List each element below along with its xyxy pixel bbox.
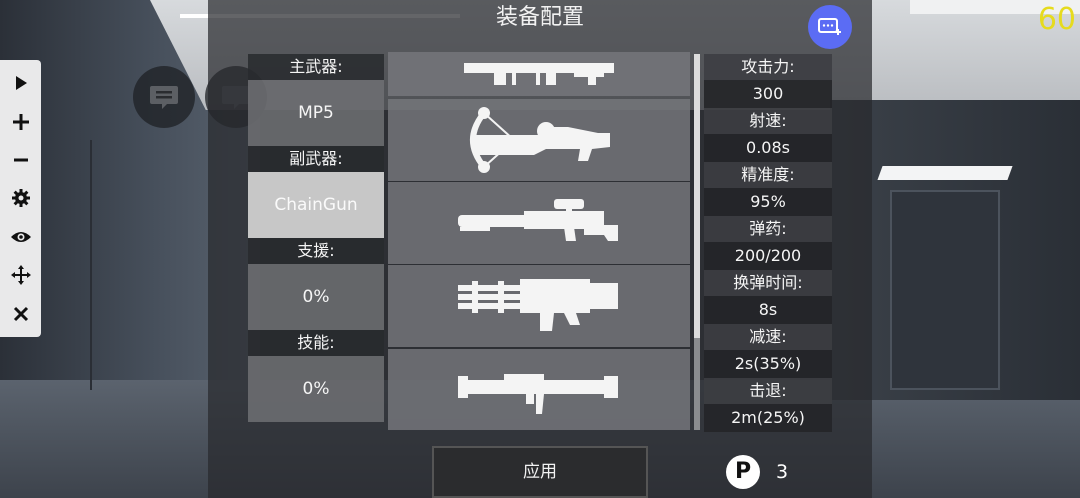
- play-button[interactable]: [6, 68, 36, 98]
- slot-label-primary: 主武器:: [248, 54, 384, 80]
- apply-button[interactable]: 应用: [432, 446, 648, 498]
- stat-value-ammo: 200/200: [704, 242, 832, 270]
- points-display: P 3: [726, 455, 788, 489]
- close-icon: [13, 306, 28, 321]
- points-count: 3: [776, 461, 789, 483]
- points-icon: P: [726, 455, 760, 489]
- weapon-card[interactable]: [388, 52, 690, 96]
- rocket-launcher-icon: [458, 374, 618, 414]
- stat-value-attack: 300: [704, 80, 832, 108]
- chat-icon: [150, 86, 178, 109]
- stat-label-reload: 换弹时间:: [704, 270, 832, 296]
- add-message-icon: [818, 18, 841, 35]
- weapon-card[interactable]: [388, 265, 690, 347]
- side-toolbar: [0, 60, 41, 337]
- slot-secondary-weapon[interactable]: ChainGun: [248, 172, 384, 238]
- add-button[interactable]: [6, 107, 36, 137]
- move-icon: [10, 265, 31, 286]
- scene-light: [877, 166, 1013, 180]
- close-button[interactable]: [6, 299, 36, 329]
- weapon-list[interactable]: [386, 52, 692, 430]
- sniper-rifle-icon: [458, 199, 618, 241]
- slot-label-support: 支援:: [248, 238, 384, 264]
- crossbow-icon: [470, 107, 610, 173]
- remove-button[interactable]: [6, 145, 36, 175]
- stat-value-knockback: 2m(25%): [704, 404, 832, 432]
- stat-value-slow: 2s(35%): [704, 350, 832, 378]
- fps-counter: 60: [1037, 2, 1076, 37]
- scene-pillar: [90, 140, 92, 390]
- weapon-card[interactable]: [388, 182, 690, 264]
- stat-label-knockback: 击退:: [704, 378, 832, 404]
- move-button[interactable]: [6, 260, 36, 290]
- add-chat-fab-button[interactable]: [808, 5, 852, 49]
- stat-label-slow: 减速:: [704, 324, 832, 350]
- scrollbar-thumb[interactable]: [694, 54, 700, 338]
- slot-support[interactable]: 0%: [248, 264, 384, 330]
- play-icon: [15, 76, 27, 91]
- minus-icon: [13, 158, 28, 162]
- settings-button[interactable]: [6, 183, 36, 213]
- slot-label-skill: 技能:: [248, 330, 384, 356]
- slot-column: 主武器: MP5 副武器: ChainGun 支援: 0% 技能: 0%: [248, 54, 384, 422]
- weapon-card[interactable]: [388, 349, 690, 430]
- stat-label-fire-rate: 射速:: [704, 108, 832, 134]
- slot-skill[interactable]: 0%: [248, 356, 384, 422]
- gear-icon: [11, 189, 30, 208]
- minigun-icon: [458, 279, 618, 331]
- weapon-list-scrollbar[interactable]: [694, 54, 700, 430]
- eye-icon: [10, 231, 31, 242]
- rifle-icon: [464, 63, 614, 85]
- stat-value-fire-rate: 0.08s: [704, 134, 832, 162]
- plus-icon: [12, 113, 29, 130]
- slot-primary-weapon[interactable]: MP5: [248, 80, 384, 146]
- stat-label-ammo: 弹药:: [704, 216, 832, 242]
- view-button[interactable]: [6, 222, 36, 252]
- scene-door: [890, 190, 1000, 390]
- stats-column: 攻击力: 300 射速: 0.08s 精准度: 95% 弹药: 200/200 …: [704, 54, 832, 432]
- stat-label-accuracy: 精准度:: [704, 162, 832, 188]
- chat-bubble-button[interactable]: [133, 66, 195, 128]
- stat-label-attack: 攻击力:: [704, 54, 832, 80]
- stat-value-accuracy: 95%: [704, 188, 832, 216]
- weapon-card[interactable]: [388, 99, 690, 181]
- slot-label-secondary: 副武器:: [248, 146, 384, 172]
- page-title: 装备配置: [495, 5, 584, 30]
- stat-value-reload: 8s: [704, 296, 832, 324]
